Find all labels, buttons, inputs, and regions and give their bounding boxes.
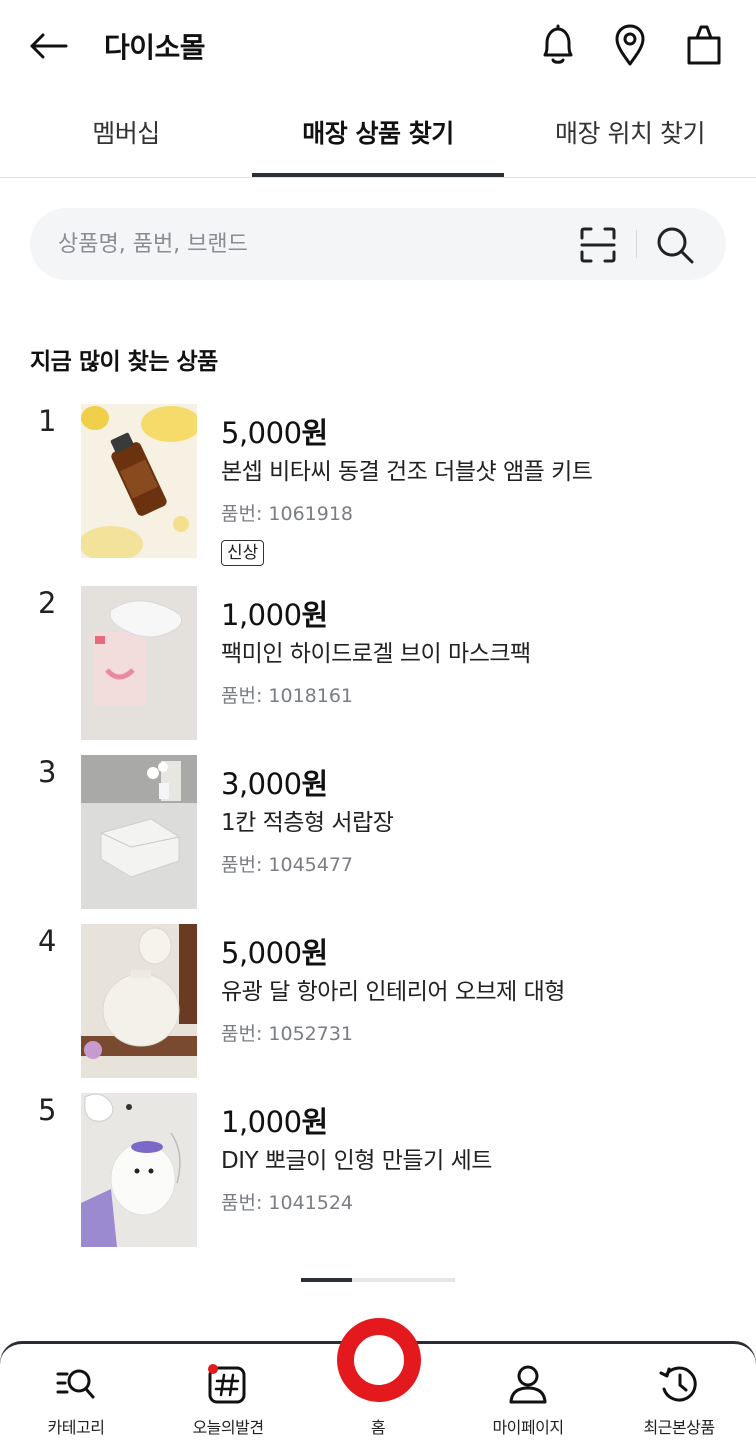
product-thumbnail[interactable] (81, 404, 197, 558)
nav-label: 오늘의발견 (192, 1418, 264, 1437)
popular-products-title: 지금 많이 찾는 상품 (30, 349, 218, 375)
search-bar (30, 208, 726, 280)
product-item[interactable]: 1 5,000원 본셉 비타씨 동결 건조 더블샷 앰플 키트 품번: 1061… (0, 404, 756, 566)
nav-mypage[interactable]: 마이페이지 (463, 1362, 593, 1438)
product-thumbnail[interactable] (81, 924, 197, 1078)
search-input[interactable] (58, 208, 558, 280)
product-code: 품번: 1061918 (221, 503, 354, 525)
product-item[interactable]: 3 3,000원 1칸 적층형 서랍장 품번: 1045477 (0, 755, 756, 915)
product-thumbnail[interactable] (81, 755, 197, 909)
product-name: 본셉 비타씨 동결 건조 더블샷 앰플 키트 (221, 459, 593, 485)
nav-category[interactable]: 카테고리 (11, 1362, 141, 1438)
product-code: 품번: 1041524 (221, 1192, 354, 1214)
home-ring-icon[interactable] (337, 1318, 421, 1402)
active-tab-indicator (252, 173, 504, 177)
nav-label: 홈 (370, 1418, 386, 1437)
nav-today-discovery[interactable]: 오늘의발견 (163, 1362, 293, 1438)
app-title: 다이소몰 (104, 31, 206, 64)
product-name: 팩미인 하이드로겔 브이 마스크팩 (221, 641, 531, 667)
product-price: 1,000원 (221, 598, 328, 632)
product-name: 유광 달 항아리 인테리어 오브제 대형 (221, 979, 565, 1005)
tab-bar: 멤버십 매장 상품 찾기 매장 위치 찾기 (0, 92, 756, 178)
shopping-bag-icon[interactable] (682, 22, 726, 68)
search-divider (636, 230, 637, 258)
history-icon (614, 1362, 744, 1406)
nav-label: 최근본상품 (643, 1418, 715, 1437)
product-price: 3,000원 (221, 767, 328, 801)
barcode-scan-icon[interactable] (578, 225, 618, 265)
person-icon (463, 1362, 593, 1406)
product-rank: 3 (38, 755, 57, 789)
product-rank: 1 (38, 404, 57, 438)
app-header: 다이소몰 (0, 0, 756, 92)
tab-store-product-search[interactable]: 매장 상품 찾기 (252, 114, 504, 150)
product-rank: 2 (38, 586, 57, 620)
product-price: 5,000원 (221, 416, 328, 450)
product-code: 품번: 1045477 (221, 854, 354, 876)
nav-label: 마이페이지 (492, 1418, 564, 1437)
product-code: 품번: 1052731 (221, 1023, 354, 1045)
nav-recently-viewed[interactable]: 최근본상품 (614, 1362, 744, 1438)
product-thumbnail[interactable] (81, 1093, 197, 1247)
tab-store-location-search[interactable]: 매장 위치 찾기 (504, 114, 756, 150)
search-icon[interactable] (654, 224, 696, 266)
nav-label: 카테고리 (47, 1418, 105, 1437)
location-pin-icon[interactable] (608, 22, 652, 68)
product-code: 품번: 1018161 (221, 685, 354, 707)
category-search-icon (11, 1362, 141, 1406)
product-price: 5,000원 (221, 936, 328, 970)
tab-membership[interactable]: 멤버십 (0, 114, 252, 150)
product-thumbnail[interactable] (81, 586, 197, 740)
product-item[interactable]: 4 5,000원 유광 달 항아리 인테리어 오브제 대형 품번: 105273… (0, 924, 756, 1084)
hashtag-icon (163, 1362, 293, 1406)
carousel-pager (301, 1278, 455, 1282)
product-item[interactable]: 5 1,000원 DIY 뽀글이 인형 만들기 세트 품번: 1041524 (0, 1093, 756, 1253)
product-rank: 4 (38, 924, 57, 958)
pager-active-segment (301, 1278, 352, 1282)
new-badge: 신상 (221, 540, 265, 566)
product-name: 1칸 적층형 서랍장 (221, 810, 394, 836)
back-arrow-icon[interactable] (28, 26, 72, 66)
bell-icon[interactable] (536, 22, 580, 68)
product-item[interactable]: 2 1,000원 팩미인 하이드로겔 브이 마스크팩 품번: 1018161 (0, 586, 756, 746)
product-rank: 5 (38, 1093, 57, 1127)
product-price: 1,000원 (221, 1105, 328, 1139)
product-name: DIY 뽀글이 인형 만들기 세트 (221, 1148, 492, 1174)
